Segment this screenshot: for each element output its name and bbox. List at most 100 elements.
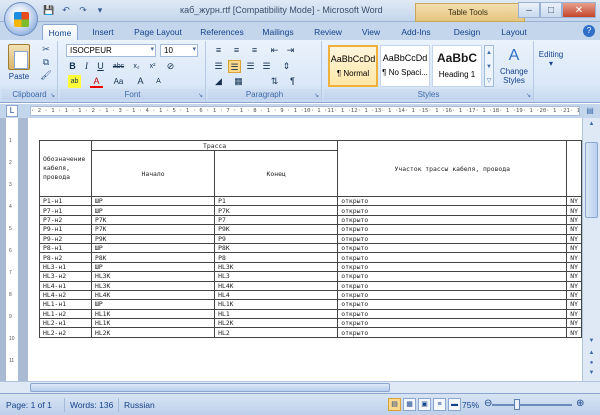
table-cell[interactable]: P9K bbox=[90, 233, 216, 244]
style-normal[interactable]: AaBbCcDd ¶ Normal bbox=[328, 45, 378, 87]
table-cell[interactable]: HL3K bbox=[90, 271, 216, 282]
tab-references[interactable]: References bbox=[196, 24, 248, 40]
web-layout-icon[interactable]: ▣ bbox=[418, 398, 431, 411]
table-cell[interactable]: HL3K bbox=[214, 261, 339, 273]
table-cell[interactable]: открыто bbox=[337, 299, 568, 310]
bold-icon[interactable]: B bbox=[66, 60, 79, 73]
strikethrough-icon[interactable]: abc bbox=[112, 60, 125, 73]
table-row[interactable]: HL3-н2 HL3K HL3 открыто NY bbox=[39, 271, 582, 282]
table-cell[interactable]: открыто bbox=[337, 242, 568, 254]
table-cell[interactable]: открыто bbox=[337, 318, 568, 329]
tab-design[interactable]: Design bbox=[448, 24, 486, 40]
grow-font-icon[interactable]: A bbox=[134, 75, 147, 88]
table-cell[interactable]: HL3-н2 bbox=[39, 271, 92, 282]
table-cell[interactable]: открыто bbox=[337, 252, 568, 263]
decrease-indent-icon[interactable]: ⇤ bbox=[268, 44, 281, 57]
scroll-down-icon[interactable]: ▼ bbox=[585, 336, 598, 347]
dialog-launcher-icon[interactable]: ↘ bbox=[50, 92, 55, 99]
table-cell[interactable]: HL1-н2 bbox=[39, 308, 92, 320]
table-cell[interactable]: ШР bbox=[90, 261, 216, 273]
superscript-icon[interactable]: x² bbox=[146, 60, 159, 73]
table-cell[interactable]: NY bbox=[566, 299, 582, 310]
borders-icon[interactable]: ▦ bbox=[232, 75, 245, 88]
table-cell[interactable]: P9K bbox=[214, 224, 339, 235]
copy-icon[interactable]: ⧉ bbox=[40, 57, 52, 68]
table-row[interactable]: P9-н2 P9K P9 открыто NY bbox=[39, 233, 582, 244]
close-icon[interactable]: ✕ bbox=[562, 2, 596, 18]
table-cell[interactable]: NY bbox=[566, 261, 582, 273]
table-cell[interactable]: открыто bbox=[337, 224, 568, 235]
table-cell[interactable]: HL1-н1 bbox=[39, 299, 92, 310]
table-cell[interactable]: NY bbox=[566, 242, 582, 254]
help-icon[interactable]: ? bbox=[583, 25, 595, 37]
zoom-in-icon[interactable]: ⊕ bbox=[576, 398, 584, 409]
style-heading-1[interactable]: AaBbC Heading 1 bbox=[432, 45, 482, 87]
paste-button[interactable]: Paste bbox=[4, 71, 34, 81]
horizontal-scrollbar[interactable] bbox=[0, 381, 600, 393]
shrink-font-icon[interactable]: A bbox=[152, 75, 165, 88]
table-row[interactable]: HL1-н1 ШР HL1K открыто NY bbox=[39, 299, 582, 310]
table-cell[interactable]: HL3-н1 bbox=[39, 261, 92, 273]
numbering-icon[interactable]: ≡ bbox=[230, 44, 243, 57]
style-no-spacing[interactable]: AaBbCcDd ¶ No Spaci... bbox=[380, 45, 430, 87]
line-spacing-icon[interactable]: ⇕ bbox=[280, 60, 293, 73]
tab-review[interactable]: Review bbox=[308, 24, 348, 40]
table-cell[interactable]: открыто bbox=[337, 280, 568, 291]
table-cell[interactable]: HL4-н1 bbox=[39, 280, 92, 291]
table-cell[interactable]: HL2-н2 bbox=[39, 327, 92, 338]
table-cell[interactable]: NY bbox=[566, 271, 582, 282]
page-count[interactable]: Page: 1 of 1 bbox=[6, 400, 52, 410]
bullets-icon[interactable]: ≡ bbox=[212, 44, 225, 57]
table-cell[interactable]: HL2K bbox=[214, 318, 339, 329]
table-cell[interactable]: P7 bbox=[214, 214, 339, 226]
zoom-level[interactable]: 75% bbox=[462, 400, 479, 410]
table-cell[interactable]: NY bbox=[566, 224, 582, 235]
dialog-launcher-icon[interactable]: ↘ bbox=[198, 92, 203, 99]
align-center-icon[interactable]: ☰ bbox=[228, 60, 241, 73]
table-cell[interactable]: P7-н1 bbox=[39, 205, 92, 216]
justify-icon[interactable]: ☰ bbox=[260, 60, 273, 73]
customize-icon[interactable]: ▾ bbox=[93, 4, 107, 17]
table-cell[interactable]: NY bbox=[566, 280, 582, 291]
scroll-up-icon[interactable]: ▲ bbox=[585, 119, 598, 130]
change-styles-button[interactable]: A Change Styles bbox=[496, 43, 532, 85]
table-row[interactable]: HL4-н1 HL3K HL4K открыто NY bbox=[39, 280, 582, 291]
table-cell[interactable]: открыто bbox=[337, 214, 568, 226]
table-cell[interactable]: P7K bbox=[214, 205, 339, 216]
word-count[interactable]: Words: 136 bbox=[70, 400, 113, 410]
office-button[interactable] bbox=[4, 2, 38, 36]
table-cell[interactable]: HL1 bbox=[214, 308, 339, 320]
table-cell[interactable]: HL2K bbox=[90, 327, 216, 338]
increase-indent-icon[interactable]: ⇥ bbox=[284, 44, 297, 57]
table-cell[interactable]: P9 bbox=[214, 233, 339, 244]
tab-page-layout[interactable]: Page Layout bbox=[128, 24, 188, 40]
draft-icon[interactable]: ▬ bbox=[448, 398, 461, 411]
table-cell[interactable]: HL1K bbox=[90, 308, 216, 320]
dialog-launcher-icon[interactable]: ↘ bbox=[526, 92, 531, 99]
table-cell[interactable]: NY bbox=[566, 205, 582, 216]
table-cell[interactable]: NY bbox=[566, 327, 582, 338]
format-painter-icon[interactable]: 🖌 bbox=[40, 70, 52, 81]
font-name-combo[interactable]: ISOCPEUR ▾ bbox=[66, 44, 156, 57]
view-ruler-icon[interactable]: ▤ bbox=[584, 105, 596, 117]
table-cell[interactable]: P9-н1 bbox=[39, 224, 92, 235]
table-cell[interactable]: открыто bbox=[337, 271, 568, 282]
table-cell[interactable]: ШР bbox=[90, 299, 216, 310]
table-cell[interactable]: P9-н2 bbox=[39, 233, 92, 244]
table-cell[interactable]: HL4K bbox=[214, 280, 339, 291]
table-cell[interactable]: NY bbox=[566, 252, 582, 263]
table-cell[interactable]: HL2 bbox=[214, 327, 339, 338]
tab-insert[interactable]: Insert bbox=[86, 24, 120, 40]
font-color-icon[interactable]: A bbox=[90, 75, 103, 88]
table-cell[interactable]: открыто bbox=[337, 289, 568, 301]
table-cell[interactable]: HL3K bbox=[90, 280, 216, 291]
table-cell[interactable]: открыто bbox=[337, 308, 568, 320]
vertical-ruler[interactable]: 1 2 3 4 5 6 7 8 9 10 11 bbox=[6, 118, 19, 381]
table-cell[interactable]: NY bbox=[566, 308, 582, 320]
table-cell[interactable]: открыто bbox=[337, 205, 568, 216]
tab-mailings[interactable]: Mailings bbox=[256, 24, 300, 40]
table-row[interactable]: HL1-н2 HL1K HL1 открыто NY bbox=[39, 308, 582, 320]
change-case-icon[interactable]: Aa bbox=[112, 75, 125, 88]
table-row[interactable]: P8-н2 P8K P8 открыто NY bbox=[39, 252, 582, 263]
table-cell[interactable]: открыто bbox=[337, 195, 568, 207]
